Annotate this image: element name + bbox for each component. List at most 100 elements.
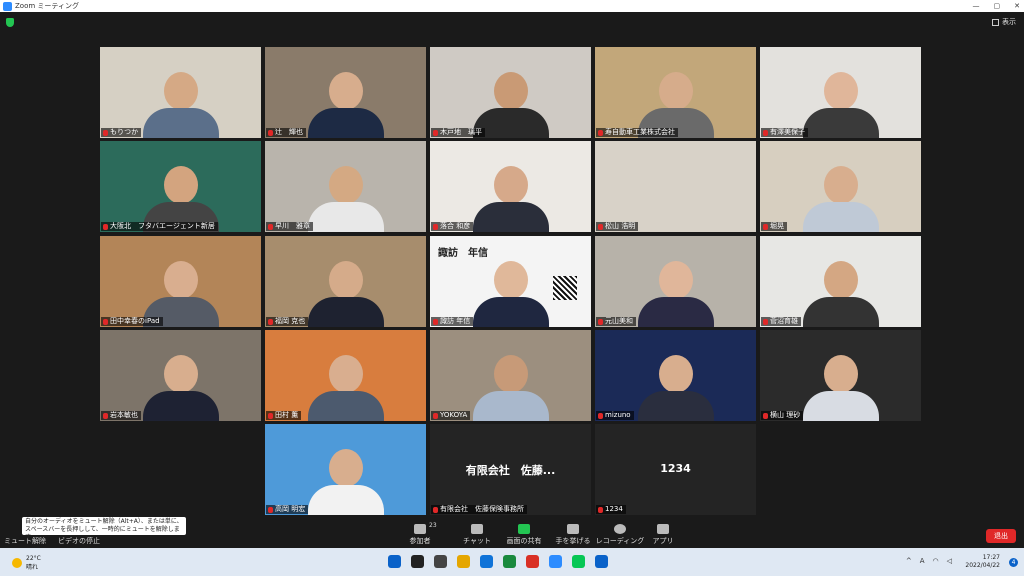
participant-head (163, 166, 198, 204)
security-shield-icon[interactable] (6, 18, 14, 27)
participant-video (142, 355, 219, 421)
participant-tile[interactable]: 田中幸春のiPad (100, 236, 261, 327)
participant-head (823, 72, 858, 110)
participant-name-label: 堀晃 (761, 222, 787, 231)
unmute-tooltip: 自分のオーディオをミュート解除（Alt+A）、または単に、スペースバーを長押しし… (22, 517, 186, 541)
start-icon[interactable] (388, 555, 401, 568)
participant-name-label: 岩本敏也 (101, 411, 141, 420)
ime-indicator[interactable]: A (920, 557, 925, 565)
line-icon[interactable] (572, 555, 585, 568)
participants-icon (414, 524, 426, 534)
participant-tile[interactable]: mizuno (595, 330, 756, 421)
chrome-icon[interactable] (526, 555, 539, 568)
explorer-icon[interactable] (457, 555, 470, 568)
weather-text: 晴れ (26, 564, 39, 571)
participant-head (328, 449, 363, 487)
app-icon[interactable] (503, 555, 516, 568)
participant-name-label: 早川 雅章 (266, 222, 313, 231)
participant-video (802, 261, 879, 327)
participant-head (493, 261, 528, 299)
chevron-up-icon[interactable]: ^ (906, 557, 912, 565)
participant-head (163, 355, 198, 393)
muted-mic-icon (598, 506, 603, 513)
volume-icon[interactable]: ◁ (947, 557, 952, 565)
participant-tile[interactable]: 木戸地 璃平 (430, 47, 591, 138)
zoom-icon[interactable] (549, 555, 562, 568)
task-view-icon[interactable] (434, 555, 447, 568)
muted-mic-icon (268, 412, 273, 419)
participant-video (307, 261, 384, 327)
participant-tile[interactable]: 1234 1234 (595, 424, 756, 515)
participant-tile[interactable]: 辻 輝也 (265, 47, 426, 138)
participant-tile[interactable]: 堀晃 (760, 141, 921, 232)
share-screen-button[interactable]: 画面の共有 (497, 524, 551, 546)
participant-tile[interactable]: YOKOYA (430, 330, 591, 421)
participant-name: 田村 薫 (275, 411, 299, 419)
participant-head (328, 261, 363, 299)
muted-mic-icon (598, 129, 603, 136)
window-title: Zoom ミーティング (15, 2, 79, 10)
sun-icon (12, 558, 22, 568)
participant-tile[interactable]: 岩本敏也 (100, 330, 261, 421)
chat-button[interactable]: チャット (450, 524, 504, 546)
participant-tile[interactable]: 菅沼育雄 (760, 236, 921, 327)
participant-video (802, 355, 879, 421)
participant-tile[interactable]: 福岡 克也 (265, 236, 426, 327)
apps-button[interactable]: アプリ (636, 524, 690, 546)
participant-name: 木戸地 璃平 (440, 128, 482, 136)
apps-icon (657, 524, 669, 534)
participant-name: 有澤美保子 (770, 128, 805, 136)
clock[interactable]: 17:27 2022/04/22 (965, 554, 1000, 570)
participant-tile[interactable]: 元山美和 (595, 236, 756, 327)
raise-hand-button[interactable]: 手を挙げる (546, 524, 600, 546)
participant-tile[interactable]: 高岡 明宏 (265, 424, 426, 515)
store-icon[interactable] (595, 555, 608, 568)
participant-name-label: 田村 薫 (266, 411, 302, 420)
participants-button[interactable]: 参加者 23 (393, 522, 447, 546)
participant-head (493, 166, 528, 204)
notification-badge[interactable]: 4 (1009, 558, 1018, 567)
view-button[interactable]: 表示 (992, 17, 1016, 27)
search-icon[interactable] (411, 555, 424, 568)
participant-tile[interactable]: 大阪北 フタバエージェント新居 (100, 141, 261, 232)
participant-name: 高岡 明宏 (275, 505, 306, 513)
participant-tile[interactable]: 早川 雅章 (265, 141, 426, 232)
stop-video-button[interactable]: ビデオの停止 (58, 536, 100, 546)
participant-head (658, 355, 693, 393)
participant-tile[interactable]: 落合 和彦 (430, 141, 591, 232)
close-button[interactable]: ✕ (1014, 0, 1020, 12)
participant-name-label: mizuno (596, 411, 634, 420)
participant-body (472, 297, 549, 327)
participant-tile[interactable]: 松山 浩明 (595, 141, 756, 232)
participant-head (163, 72, 198, 110)
weather-widget[interactable]: 22°C 晴れ (12, 555, 41, 571)
participant-name: 松山 浩明 (605, 222, 636, 230)
participant-tile[interactable]: 有限会社 佐藤... 有限会社 佐藤保険事務所 (430, 424, 591, 515)
participant-video (472, 261, 549, 327)
maximize-button[interactable]: ▢ (994, 0, 1001, 12)
participant-body (802, 108, 879, 138)
participant-name-label: 辻 輝也 (266, 128, 306, 137)
participant-name-label: もりつか (101, 128, 142, 137)
participant-tile[interactable]: もりつか (100, 47, 261, 138)
raise-hand-label: 手を挙げる (555, 537, 591, 545)
muted-mic-icon (103, 412, 108, 419)
participant-tile[interactable]: 諏訪 年信 諏訪 年信 (430, 236, 591, 327)
participant-name: 落合 和彦 (440, 222, 471, 230)
edge-icon[interactable] (480, 555, 493, 568)
muted-mic-icon (433, 129, 438, 136)
slide-title: 諏訪 年信 (438, 248, 488, 259)
participant-head (493, 72, 528, 110)
participant-tile[interactable]: 寿自動車工業株式会社 (595, 47, 756, 138)
participant-video (802, 72, 879, 138)
minimize-button[interactable]: — (973, 0, 980, 12)
participant-name-label: 横山 理砂 (761, 411, 804, 420)
participant-tile[interactable]: 田村 薫 (265, 330, 426, 421)
wifi-icon[interactable]: ◠ (933, 557, 939, 565)
participant-tile[interactable]: 有澤美保子 (760, 47, 921, 138)
windows-taskbar: 22°C 晴れ ^ A ◠ ◁ 17:27 2022/04/22 4 (0, 548, 1024, 576)
leave-button[interactable]: 退出 (986, 529, 1016, 543)
participant-tile[interactable]: 横山 理砂 (760, 330, 921, 421)
muted-mic-icon (763, 129, 768, 136)
participant-video (472, 355, 549, 421)
